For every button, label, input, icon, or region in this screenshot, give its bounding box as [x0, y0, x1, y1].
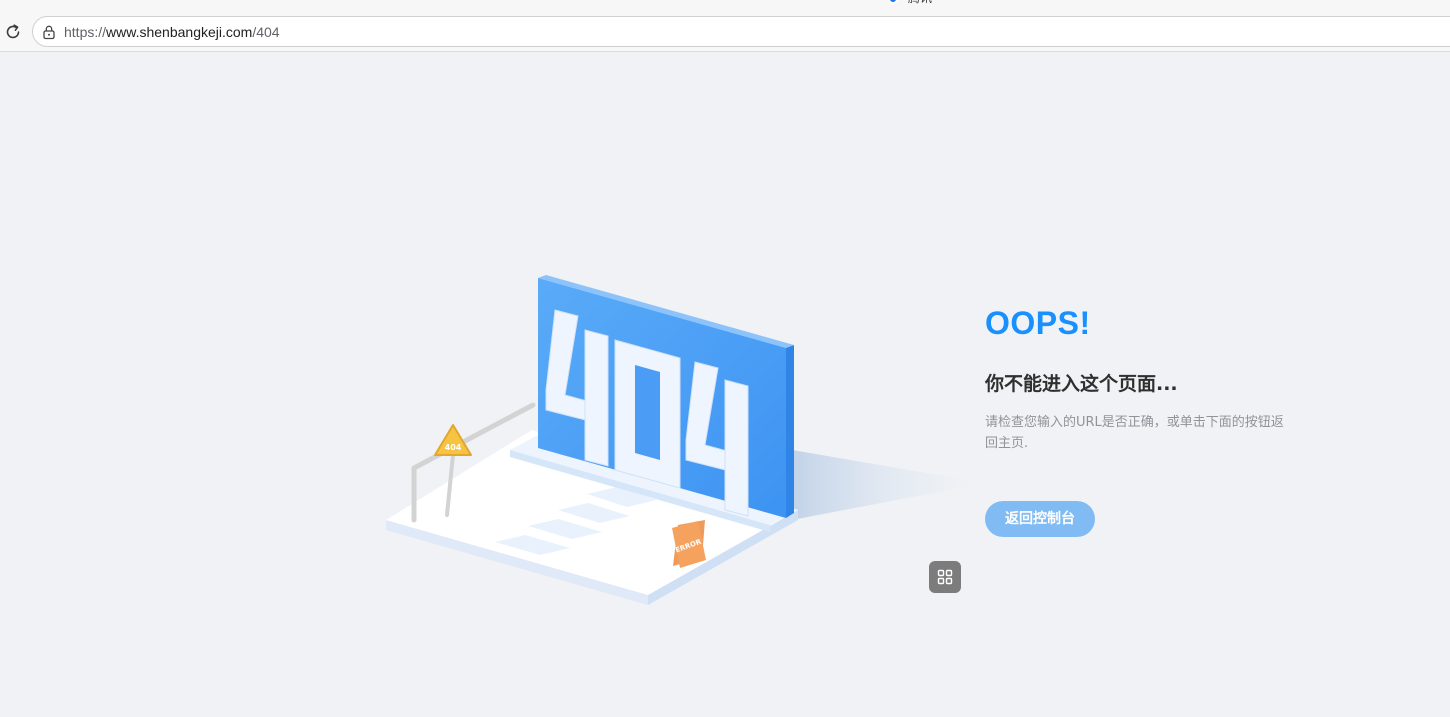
url-text[interactable]: https://www.shenbangkeji.com/404 [64, 24, 280, 40]
reload-icon[interactable] [4, 23, 22, 41]
lock-icon[interactable] [41, 24, 57, 40]
error-description: 请检查您输入的URL是否正确，或单击下面的按钮返回主页. [985, 415, 1284, 451]
screen-shadow [792, 450, 985, 520]
error-title: OOPS! [985, 305, 1091, 341]
back-to-console-button[interactable]: 返回控制台 [985, 501, 1095, 537]
floating-tool-button[interactable] [929, 561, 961, 593]
address-bar[interactable]: https://www.shenbangkeji.com/404 [32, 16, 1450, 47]
error-headline: 你不能进入这个页面... [985, 373, 1178, 395]
grid-icon [937, 569, 953, 585]
tab-strip[interactable]: 腾讯 [888, 0, 932, 4]
url-path: /404 [252, 24, 280, 40]
tab-title[interactable]: 腾讯 [908, 0, 932, 4]
screen-side [786, 345, 794, 518]
url-host: www.shenbangkeji.com [106, 24, 253, 40]
error-404-illustration: 404 404 ERROR [386, 275, 985, 605]
browser-toolbar: 腾讯 https://www.shenbangkeji.com/404 [0, 0, 1450, 52]
url-scheme: https:// [64, 24, 107, 40]
warning-sign-text: 404 [445, 443, 462, 452]
tab-favicon-icon [888, 0, 898, 4]
